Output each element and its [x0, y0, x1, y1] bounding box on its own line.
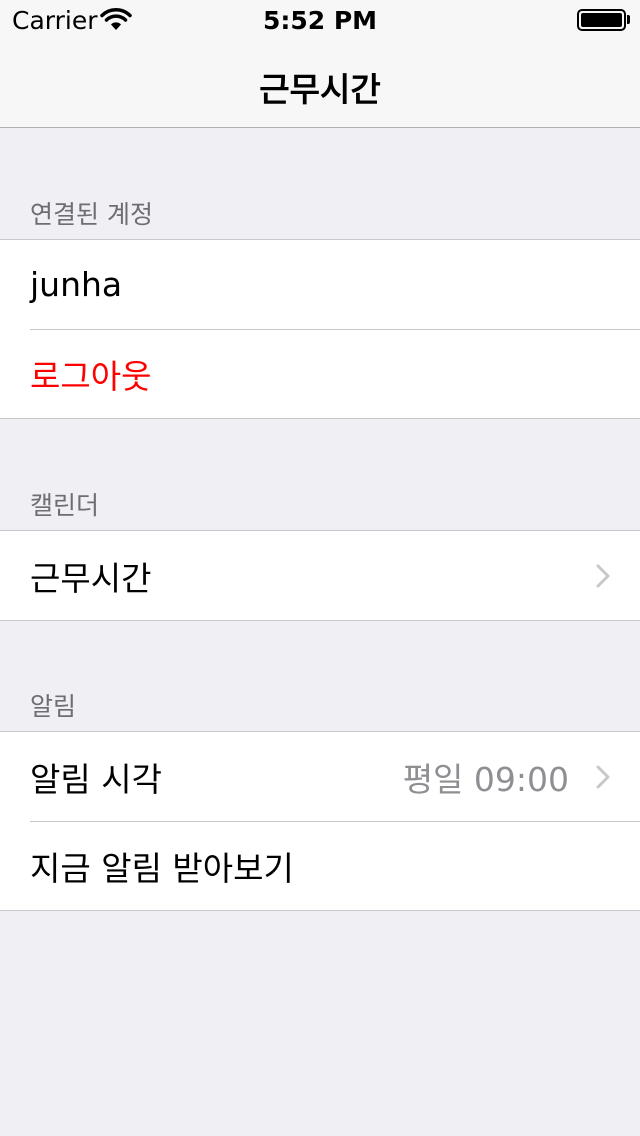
chevron-right-icon	[596, 564, 610, 588]
chevron-right-icon	[596, 765, 610, 789]
battery-level	[581, 13, 622, 27]
work-hours-cell[interactable]: 근무시간	[0, 531, 640, 620]
notification-time-label: 알림 시각	[30, 759, 162, 799]
notification-group: 알림 시각 평일 09:00 지금 알림 받아보기	[0, 731, 640, 911]
status-time: 5:52 PM	[262, 6, 378, 35]
send-notification-now-cell[interactable]: 지금 알림 받아보기	[0, 821, 640, 910]
notification-time-value: 평일 09:00	[402, 759, 569, 799]
send-notification-now-label: 지금 알림 받아보기	[30, 848, 294, 888]
calendar-group: 근무시간	[0, 530, 640, 621]
battery-icon	[577, 9, 626, 31]
notification-time-cell[interactable]: 알림 시각 평일 09:00	[0, 732, 640, 821]
battery-nub	[627, 15, 630, 24]
logout-cell[interactable]: 로그아웃	[0, 329, 640, 418]
account-group: junha 로그아웃	[0, 239, 640, 419]
navigation-bar: 근무시간	[0, 40, 640, 128]
account-name-label: junha	[30, 265, 123, 304]
status-bar: Carrier 5:52 PM	[0, 0, 640, 40]
section-header-calendar: 캘린더	[30, 491, 100, 520]
page-title: 근무시간	[259, 70, 381, 109]
logout-button[interactable]: 로그아웃	[30, 350, 151, 398]
section-header-notification: 알림	[30, 692, 77, 721]
account-name-cell: junha	[0, 240, 640, 329]
section-header-account: 연결된 계정	[30, 200, 153, 229]
work-hours-label: 근무시간	[30, 558, 152, 598]
